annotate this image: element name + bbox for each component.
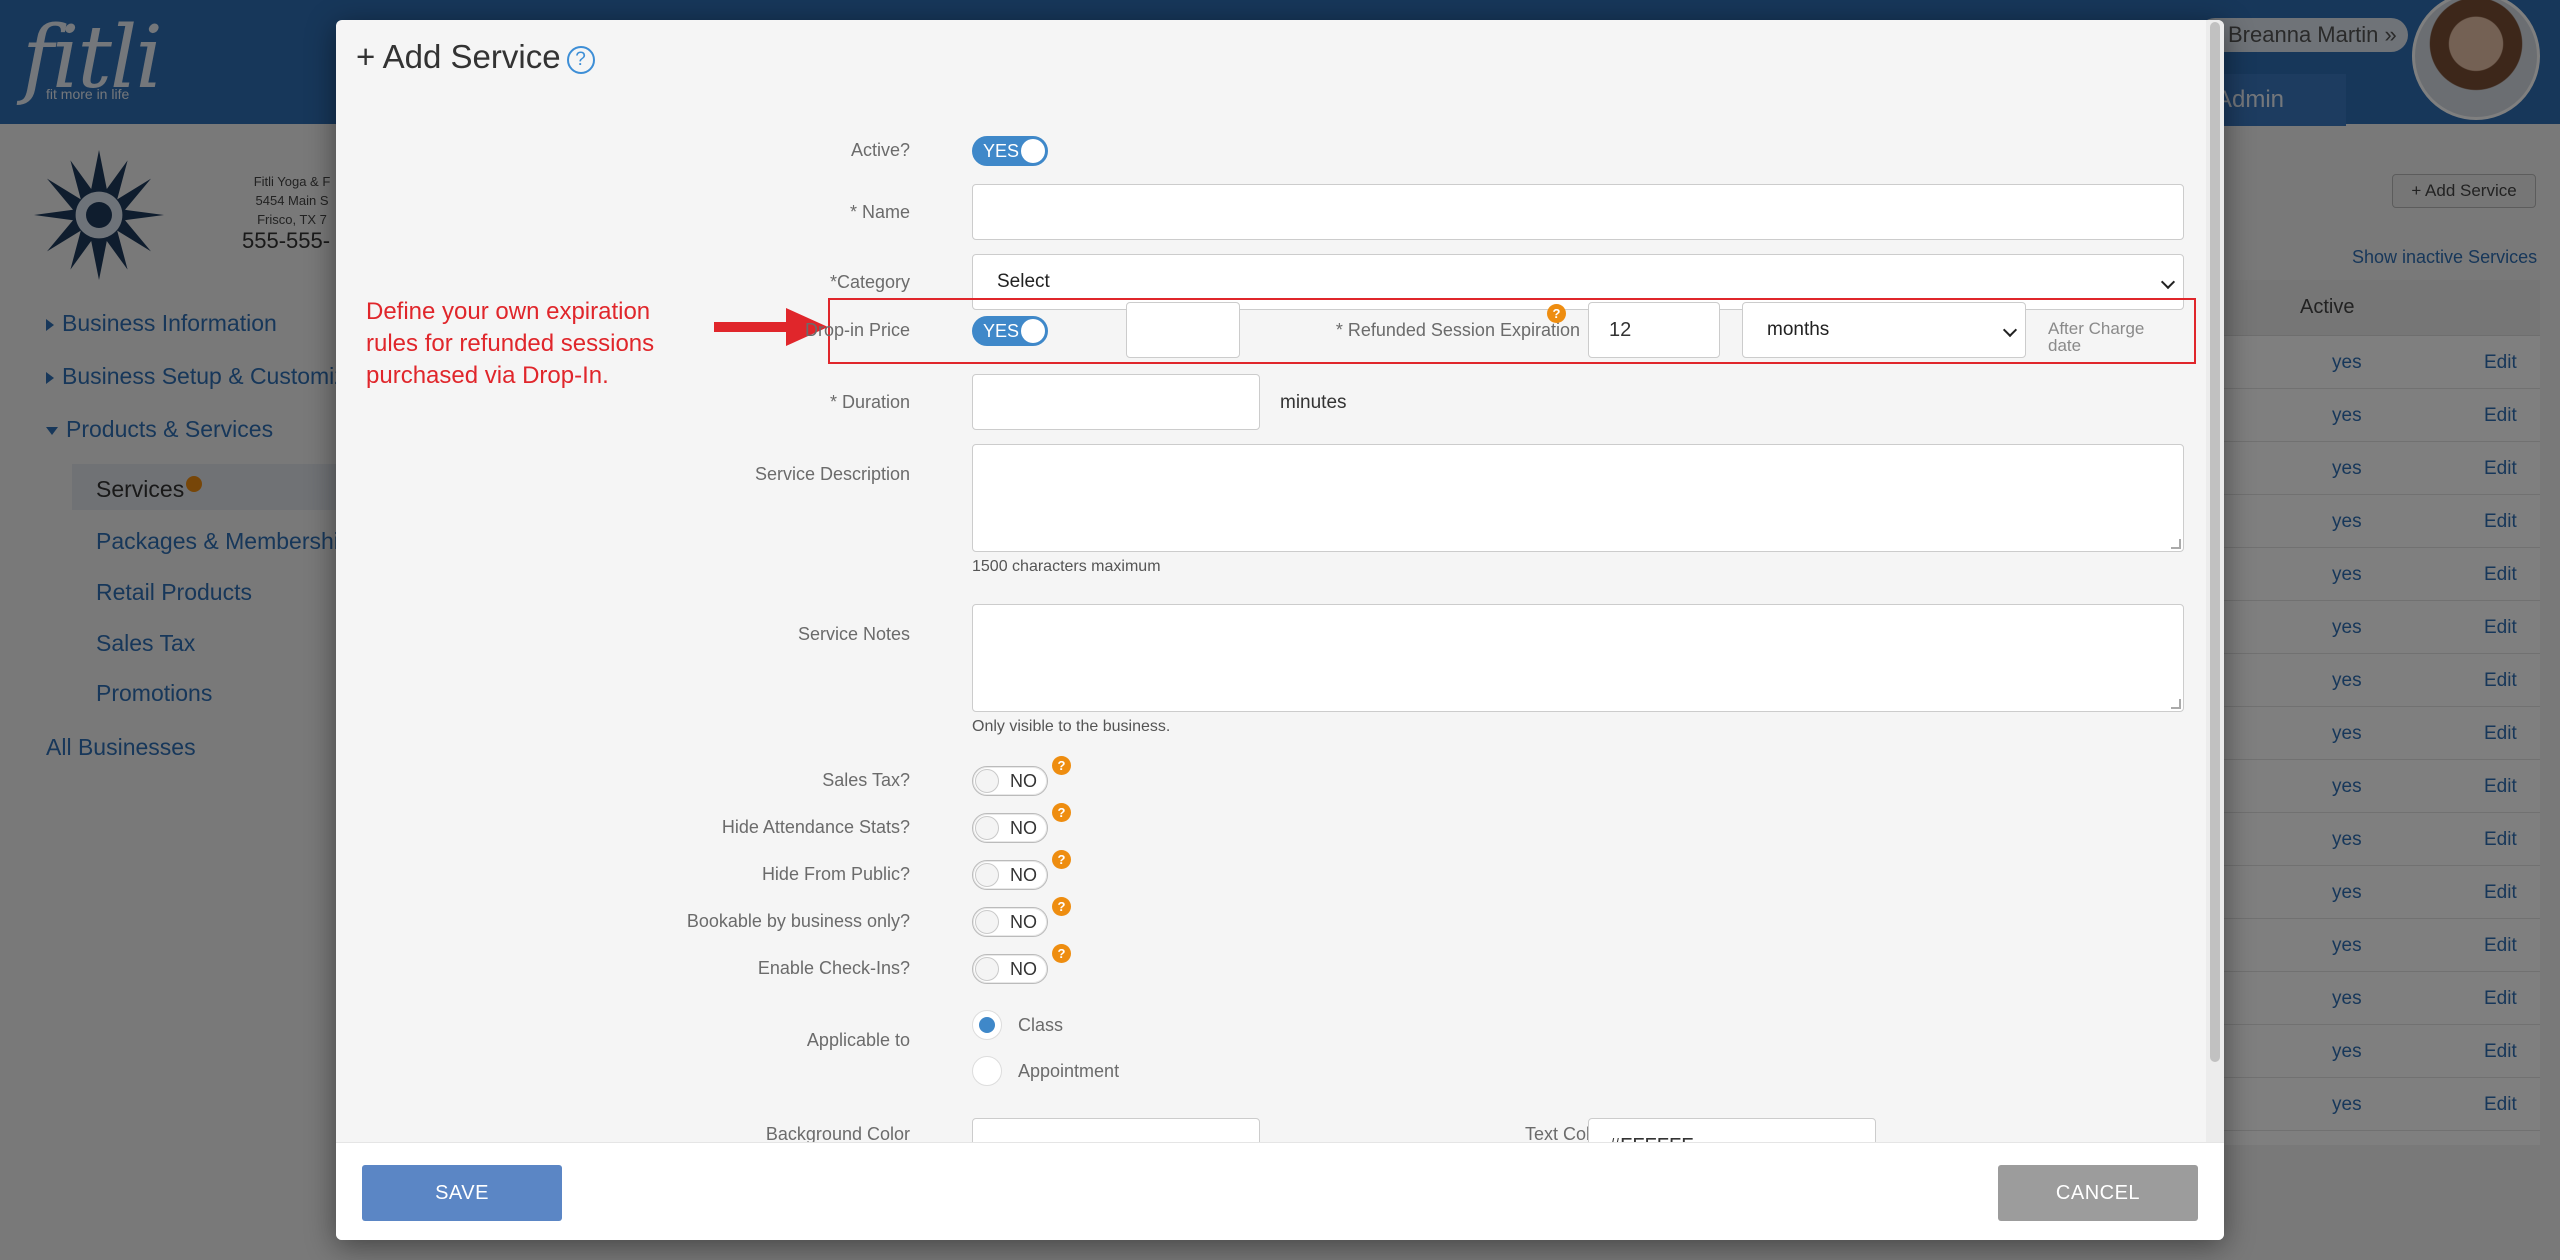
resize-grip-icon[interactable] [2171, 699, 2181, 709]
sales-tax-label: Sales Tax? [822, 770, 910, 790]
bookable-by-business-label: Bookable by business only? [686, 911, 910, 931]
toggle-knob [1021, 139, 1045, 163]
hide-attendance-toggle[interactable]: NO [972, 813, 1048, 843]
refund-expiration-value[interactable]: 12 [1588, 302, 1720, 358]
toggle-knob [1021, 319, 1045, 343]
hide-attendance-label: Hide Attendance Stats? [721, 817, 910, 837]
help-icon[interactable]: ? [1052, 850, 1071, 869]
name-label: * Name [849, 202, 910, 222]
duration-label: * Duration [829, 392, 910, 412]
toggle-knob [975, 769, 999, 793]
chevron-down-icon [2160, 274, 2176, 290]
name-input[interactable] [972, 184, 2184, 240]
service-description-label: Service Description [754, 464, 910, 484]
modal-scrollbar[interactable] [2206, 20, 2224, 1142]
save-button[interactable]: SAVE [362, 1165, 562, 1221]
description-hint: 1500 characters maximum [972, 558, 1161, 575]
hide-from-public-toggle[interactable]: NO [972, 860, 1048, 890]
modal-title: + Add Service? [356, 38, 595, 76]
after-charge-date-label: After Charge date [2048, 319, 2145, 355]
duration-unit: minutes [1280, 392, 1347, 413]
refund-expiration-label: * Refunded Session Expiration [1335, 320, 1580, 340]
service-notes-textarea[interactable] [972, 604, 2184, 712]
hide-from-public-label: Hide From Public? [761, 864, 910, 884]
applicable-to-label: Applicable to [806, 1030, 910, 1050]
text-color-input[interactable]: #FFFFFF [1588, 1118, 1876, 1142]
sales-tax-toggle[interactable]: NO [972, 766, 1048, 796]
toggle-knob [975, 910, 999, 934]
refund-expiration-unit-select[interactable]: months [1742, 302, 2026, 358]
notes-hint: Only visible to the business. [972, 718, 1171, 735]
form-body: Active? YES * Name *Category Select Defi… [336, 110, 2206, 1142]
active-label: Active? [850, 140, 910, 160]
toggle-knob [975, 816, 999, 840]
enable-checkins-toggle[interactable]: NO [972, 954, 1048, 984]
help-icon[interactable]: ? [1052, 944, 1071, 963]
toggle-knob [975, 957, 999, 981]
radio-appointment[interactable] [972, 1056, 1002, 1086]
help-icon[interactable]: ? [566, 46, 595, 74]
toggle-knob [975, 863, 999, 887]
help-icon[interactable]: ? [1547, 304, 1566, 323]
add-service-modal: + Add Service? Active? YES * Name *Categ… [336, 20, 2224, 1240]
chevron-down-icon [2002, 322, 2018, 338]
annotation-text: Define your own expiration rules for ref… [366, 298, 655, 389]
enable-checkins-label: Enable Check-Ins? [757, 958, 910, 978]
dropin-price-label: Drop-in Price [804, 320, 910, 340]
service-description-textarea[interactable] [972, 444, 2184, 552]
resize-grip-icon[interactable] [2171, 539, 2181, 549]
help-icon[interactable]: ? [1052, 803, 1071, 822]
active-toggle[interactable]: YES [972, 136, 1048, 166]
cancel-button[interactable]: CANCEL [1998, 1165, 2198, 1221]
dropin-toggle[interactable]: YES [972, 316, 1048, 346]
duration-input[interactable] [972, 374, 1260, 430]
scrollbar-thumb[interactable] [2210, 22, 2220, 1062]
bookable-by-business-toggle[interactable]: NO [972, 907, 1048, 937]
background-color-label: Background Color [765, 1124, 910, 1142]
modal-footer: SAVE CANCEL [336, 1142, 2224, 1240]
background-color-input[interactable] [972, 1118, 1260, 1142]
category-label: *Category [829, 272, 910, 292]
help-icon[interactable]: ? [1052, 756, 1071, 775]
dropin-price-input[interactable] [1126, 302, 1240, 358]
radio-class-label: Class [1018, 1015, 1064, 1035]
radio-appointment-label: Appointment [1018, 1061, 1120, 1081]
radio-class[interactable] [972, 1010, 1002, 1040]
service-notes-label: Service Notes [797, 624, 910, 644]
help-icon[interactable]: ? [1052, 897, 1071, 916]
